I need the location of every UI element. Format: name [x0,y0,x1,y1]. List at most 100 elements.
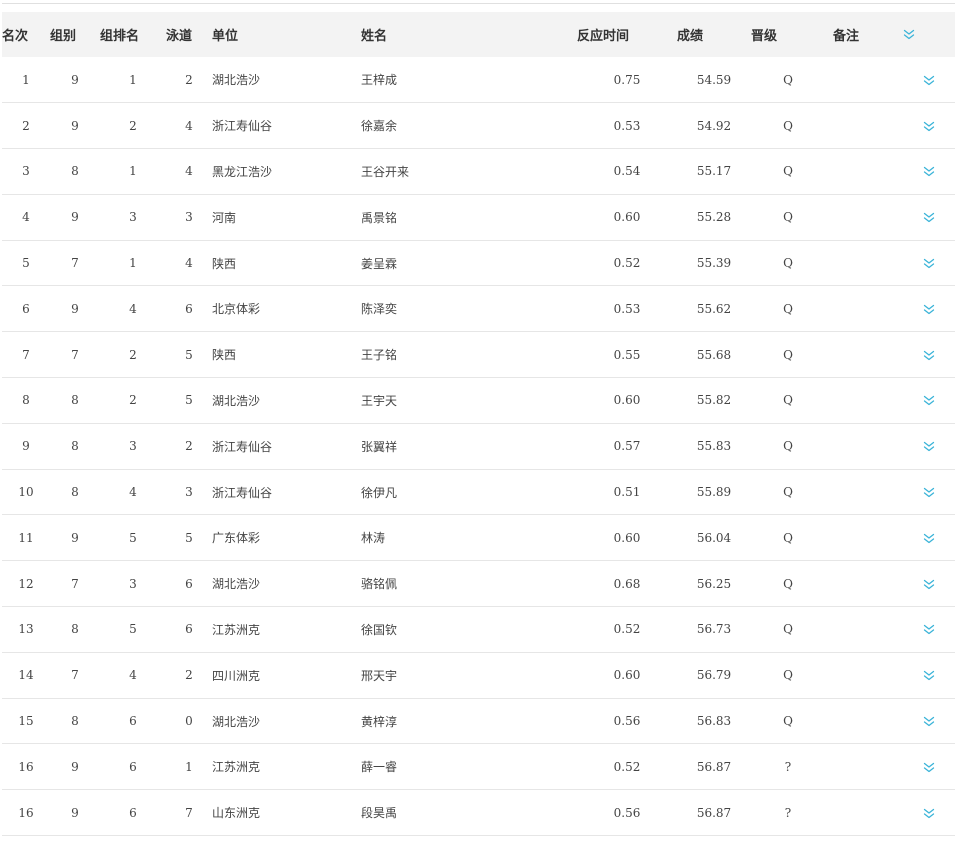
cell-expand[interactable] [903,103,955,149]
cell-rank: 16 [18,805,34,820]
cell-rank: 3 [22,164,30,179]
chevron-double-down-icon[interactable] [923,304,935,315]
cell-remark [825,744,903,790]
chevron-double-down-icon[interactable] [923,762,935,773]
cell-name: 张翼祥 [361,439,398,454]
cell-group-rank: 6 [129,805,137,820]
header-name[interactable]: 姓名 [361,12,577,57]
cell-expand[interactable] [903,698,955,744]
chevron-double-down-icon[interactable] [923,716,935,727]
cell-qualify: Q [783,439,793,454]
cell-expand[interactable] [903,469,955,515]
cell-expand[interactable] [903,286,955,332]
header-result[interactable]: 成绩 [677,12,751,57]
cell-name: 王谷开来 [361,164,410,179]
chevron-double-down-icon[interactable] [923,75,935,86]
cell-result: 56.79 [696,668,732,683]
results-page: 名次 组别 组排名 泳道 单位 姓名 反应时间 成绩 晋级 备注 1 9 1 2… [0,0,960,842]
cell-name: 陈泽奕 [361,302,398,317]
cell-result: 55.82 [696,393,732,408]
chevron-double-down-icon[interactable] [923,212,935,223]
cell-unit: 广东体彩 [212,531,261,546]
cell-lane: 4 [185,256,193,271]
header-unit[interactable]: 单位 [212,12,361,57]
chevron-double-down-icon[interactable] [923,441,935,452]
table-header-row: 名次 组别 组排名 泳道 单位 姓名 反应时间 成绩 晋级 备注 [2,12,955,57]
chevron-double-down-icon[interactable] [923,395,935,406]
cell-expand[interactable] [903,790,955,836]
cell-remark [825,240,903,286]
header-group[interactable]: 组别 [50,12,100,57]
cell-expand[interactable] [903,149,955,195]
header-expand-all[interactable] [903,12,955,57]
cell-group-rank: 6 [129,714,137,729]
cell-expand[interactable] [903,240,955,286]
cell-expand[interactable] [903,515,955,561]
cell-qualify: ? [784,805,792,820]
chevron-double-down-icon[interactable] [903,29,915,40]
cell-expand[interactable] [903,561,955,607]
cell-remark [825,469,903,515]
chevron-double-down-icon[interactable] [923,487,935,498]
chevron-double-down-icon[interactable] [923,670,935,681]
cell-expand[interactable] [903,378,955,424]
cell-result: 56.04 [696,530,732,545]
header-remark[interactable]: 备注 [825,12,903,57]
chevron-double-down-icon[interactable] [923,350,935,361]
cell-expand[interactable] [903,332,955,378]
cell-group: 7 [71,256,79,271]
cell-group: 8 [71,439,79,454]
cell-qualify: Q [783,256,793,271]
chevron-double-down-icon[interactable] [923,808,935,819]
cell-expand[interactable] [903,744,955,790]
cell-unit: 浙江寿仙谷 [212,439,273,454]
cell-name: 薛一睿 [361,760,398,775]
cell-unit: 北京体彩 [212,302,261,317]
cell-qualify: Q [783,576,793,591]
cell-remark [825,332,903,378]
cell-group: 8 [71,622,79,637]
cell-result: 54.92 [696,118,732,133]
cell-group-rank: 6 [129,759,137,774]
cell-group-rank: 4 [129,485,137,500]
cell-unit: 陕西 [212,256,237,271]
cell-lane: 6 [185,622,193,637]
cell-result: 54.59 [696,72,732,87]
cell-unit: 山东洲克 [212,806,261,821]
header-qualify[interactable]: 晋级 [751,12,825,57]
cell-lane: 7 [185,805,193,820]
table-row: 2 9 2 4 浙江寿仙谷 徐嘉余 0.53 54.92 Q [2,103,955,149]
cell-expand[interactable] [903,607,955,653]
cell-remark [825,561,903,607]
cell-group-rank: 2 [129,118,137,133]
cell-unit: 四川洲克 [212,668,261,683]
cell-lane: 2 [185,72,193,87]
header-rank[interactable]: 名次 [2,12,50,57]
header-reaction-time[interactable]: 反应时间 [577,12,677,57]
cell-name: 王宇天 [361,393,398,408]
header-group-rank[interactable]: 组排名 [100,12,166,57]
cell-reaction-time: 0.53 [613,301,641,316]
cell-qualify: Q [783,72,793,87]
chevron-double-down-icon[interactable] [923,624,935,635]
cell-unit: 湖北浩沙 [212,714,261,729]
chevron-double-down-icon[interactable] [923,166,935,177]
header-lane[interactable]: 泳道 [166,12,212,57]
table-row: 1 9 1 2 湖北浩沙 王梓成 0.75 54.59 Q [2,57,955,103]
cell-result: 55.89 [696,485,732,500]
cell-group: 8 [71,164,79,179]
chevron-double-down-icon[interactable] [923,258,935,269]
cell-rank: 10 [18,485,34,500]
chevron-double-down-icon[interactable] [923,533,935,544]
cell-expand[interactable] [903,652,955,698]
cell-group-rank: 4 [129,668,137,683]
cell-expand[interactable] [903,194,955,240]
chevron-double-down-icon[interactable] [923,579,935,590]
cell-group-rank: 5 [129,530,137,545]
cell-result: 56.25 [696,576,732,591]
cell-expand[interactable] [903,57,955,103]
cell-expand[interactable] [903,423,955,469]
chevron-double-down-icon[interactable] [923,121,935,132]
cell-reaction-time: 0.60 [613,530,641,545]
cell-group: 9 [71,530,79,545]
